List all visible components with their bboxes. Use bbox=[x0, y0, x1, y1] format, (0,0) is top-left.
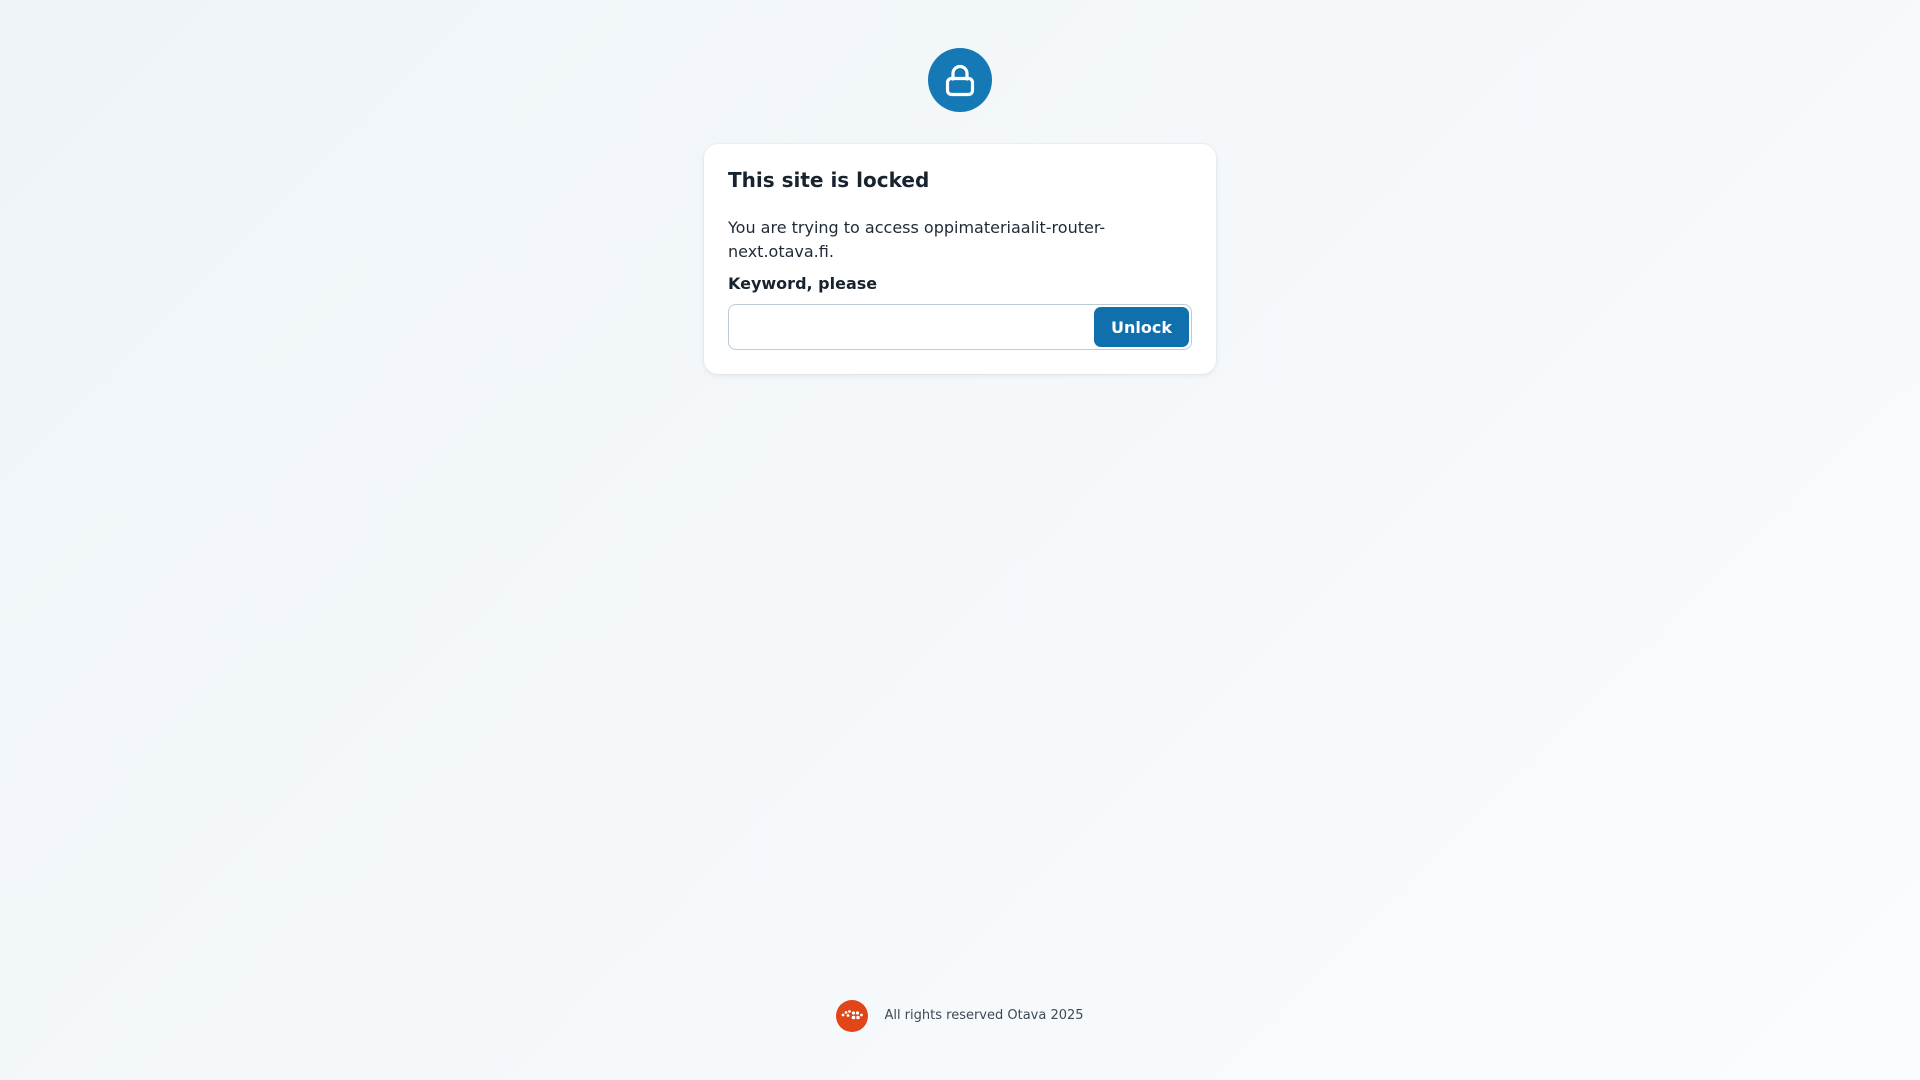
lock-badge bbox=[928, 48, 992, 112]
keyword-label: Keyword, please bbox=[728, 274, 878, 293]
card-title: This site is locked bbox=[728, 168, 930, 192]
lock-icon bbox=[945, 64, 975, 97]
otava-logo-icon bbox=[836, 1000, 869, 1032]
footer: All rights reserved Otava 2025 bbox=[0, 1000, 1920, 1032]
unlock-card: This site is locked You are trying to ac… bbox=[704, 144, 1216, 374]
keyword-input[interactable] bbox=[729, 305, 1089, 349]
copyright-text: All rights reserved Otava 2025 bbox=[884, 1008, 1084, 1023]
otava-logo-mark bbox=[842, 1010, 864, 1020]
unlock-button[interactable]: Unlock bbox=[1094, 307, 1189, 347]
access-message: You are trying to access oppimateriaalit… bbox=[728, 218, 1106, 261]
keyword-input-group: Unlock bbox=[728, 304, 1192, 350]
